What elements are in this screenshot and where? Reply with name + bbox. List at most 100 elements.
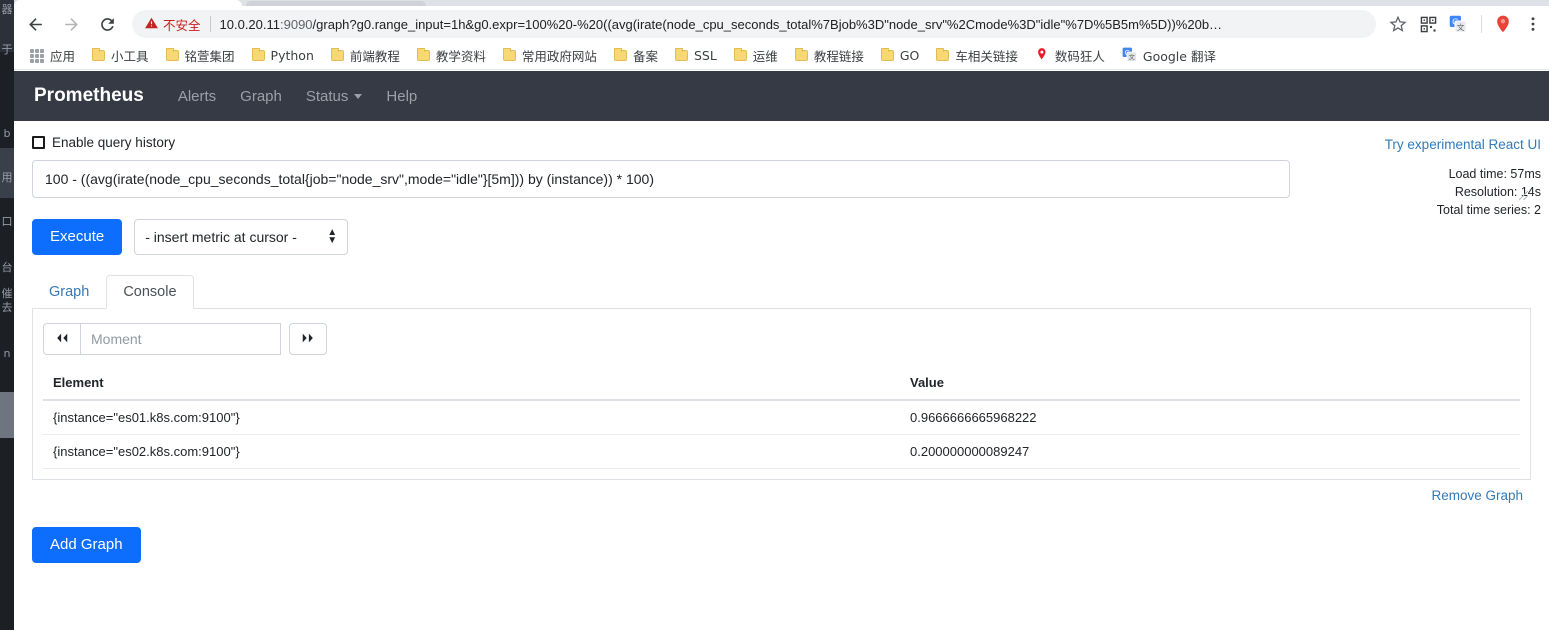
location-pin-icon (1035, 47, 1049, 64)
table-row[interactable]: {instance="es02.k8s.com:9100"} 0.2000000… (43, 434, 1520, 469)
textarea-resize-handle[interactable] (1519, 191, 1528, 200)
insert-metric-select[interactable]: - insert metric at cursor - ▲ ▼ (134, 219, 349, 255)
folder-icon (936, 48, 950, 61)
bookmark-folder-2[interactable]: 铭萱集团 (158, 44, 243, 67)
bookmarks-bar: 应用 小工具 铭萱集团 Python 前端教程 教学资料 常用政府网站 备案 S… (14, 42, 1549, 70)
nav-link-status-label: Status (305, 87, 349, 105)
background-glyph: 催 (1, 287, 13, 300)
toolbar-divider (1481, 15, 1482, 33)
bookmark-folder-8[interactable]: SSL (667, 46, 725, 65)
bookmark-folder-1[interactable]: 小工具 (84, 44, 157, 67)
remove-graph-row: Remove Graph (32, 480, 1531, 505)
folder-icon (674, 48, 688, 61)
reload-button[interactable] (92, 9, 122, 39)
bookmark-label: 小工具 (111, 49, 149, 64)
bookmark-label: GO (899, 48, 920, 63)
folder-icon (502, 48, 516, 61)
background-glyph: n (3, 347, 11, 360)
bookmark-folder-11[interactable]: GO (873, 46, 928, 65)
result-tabs: Graph Console (32, 275, 1531, 309)
add-graph-button[interactable]: Add Graph (32, 527, 141, 563)
background-glyph: b (3, 127, 11, 140)
arrow-right-icon (62, 15, 81, 34)
console-panel: Element Value {instance="es01.k8s.com:91… (32, 309, 1531, 480)
bookmark-folder-3[interactable]: Python (244, 46, 322, 65)
qr-code-icon[interactable] (1414, 10, 1442, 38)
column-header-element: Element (43, 369, 900, 401)
google-translate-icon: G 文 (1122, 47, 1137, 65)
arrow-left-icon (26, 15, 45, 34)
bookmark-folder-7[interactable]: 备案 (606, 44, 666, 67)
tab-console[interactable]: Console (106, 275, 194, 309)
browser-toolbar: 不安全 10.0.20.11:9090/graph?g0.range_input… (14, 6, 1549, 42)
bookmark-folder-5[interactable]: 教学资料 (409, 44, 494, 67)
security-label: 不安全 (163, 18, 201, 33)
bookmark-google-translate[interactable]: G 文 Google 翻译 (1114, 44, 1224, 67)
bookmark-folder-10[interactable]: 教程链接 (787, 44, 872, 67)
insert-metric-value: - insert metric at cursor - (145, 229, 297, 245)
enable-query-history-row: Enable query history (32, 135, 1531, 150)
bookmark-folder-4[interactable]: 前端教程 (323, 44, 408, 67)
background-glyph: 于 (1, 43, 13, 56)
chrome-menu-icon[interactable] (1519, 10, 1547, 38)
bookmark-folder-12[interactable]: 车相关链接 (928, 44, 1026, 67)
omnibox-divider (209, 16, 211, 32)
nav-link-status[interactable]: Status (294, 82, 375, 111)
moment-prev-button[interactable] (43, 323, 81, 355)
execute-button[interactable]: Execute (32, 219, 123, 255)
column-header-value: Value (900, 369, 1520, 401)
nav-link-alerts[interactable]: Alerts (166, 82, 228, 111)
google-translate-icon[interactable]: G 文 (1444, 10, 1472, 38)
nav-link-help[interactable]: Help (374, 82, 429, 111)
url-host: 10.0.20.11 (219, 16, 280, 32)
prometheus-brand[interactable]: Prometheus (34, 85, 144, 107)
page-viewport: Prometheus Alerts Graph Status Help Try … (14, 71, 1549, 630)
bookmark-label: 应用 (50, 49, 76, 64)
bookmark-digital-maniac[interactable]: 数码狂人 (1027, 44, 1113, 67)
expression-input[interactable] (32, 160, 1290, 198)
prometheus-navbar: Prometheus Alerts Graph Status Help (14, 71, 1549, 121)
address-bar[interactable]: 不安全 10.0.20.11:9090/graph?g0.range_input… (132, 10, 1376, 38)
bookmark-star-icon[interactable] (1384, 10, 1412, 38)
double-chevron-right-icon (301, 332, 315, 347)
back-button[interactable] (20, 9, 50, 39)
bookmark-label: 教学资料 (435, 49, 486, 64)
bookmark-folder-6[interactable]: 常用政府网站 (495, 44, 605, 67)
add-graph-wrapper: Add Graph (32, 527, 1531, 563)
folder-icon (165, 48, 179, 61)
nav-link-graph[interactable]: Graph (228, 82, 294, 111)
enable-query-history-checkbox[interactable] (32, 136, 45, 149)
bookmark-label: 铭萱集团 (184, 49, 235, 64)
tab-graph[interactable]: Graph (32, 275, 106, 309)
moment-next-button[interactable] (289, 323, 327, 355)
bookmark-label: 运维 (752, 49, 778, 64)
background-glyph: 用 (1, 171, 13, 184)
background-window-panel (0, 392, 14, 438)
expression-wrapper (32, 160, 1531, 203)
bookmark-label: 教程链接 (813, 49, 864, 64)
folder-icon (251, 48, 265, 61)
bookmark-folder-9[interactable]: 运维 (726, 44, 786, 67)
page-body: Try experimental React UI Load time: 57m… (14, 121, 1549, 563)
security-warning[interactable]: 不安全 (144, 15, 201, 34)
table-row[interactable]: {instance="es01.k8s.com:9100"} 0.9666666… (43, 400, 1520, 435)
cell-value: 0.200000000089247 (900, 434, 1520, 469)
background-glyph: 去 (1, 301, 13, 314)
forward-button[interactable] (56, 9, 86, 39)
results-table-head: Element Value (43, 369, 1520, 401)
bookmark-apps[interactable]: 应用 (22, 44, 83, 67)
try-react-ui-link[interactable]: Try experimental React UI (1385, 137, 1541, 152)
double-chevron-left-icon (55, 332, 69, 347)
results-table-body: {instance="es01.k8s.com:9100"} 0.9666666… (43, 400, 1520, 469)
folder-icon (613, 48, 627, 61)
background-glyph: 口 (1, 215, 13, 228)
cell-element: {instance="es02.k8s.com:9100"} (43, 434, 900, 469)
folder-icon (733, 48, 747, 61)
moment-input[interactable] (81, 323, 281, 355)
profile-avatar-icon[interactable] (1489, 10, 1517, 38)
remove-graph-link[interactable]: Remove Graph (1431, 488, 1523, 503)
bookmark-label: 备案 (632, 49, 658, 64)
warning-triangle-icon (144, 16, 159, 33)
apps-grid-icon (30, 48, 44, 63)
folder-icon (416, 48, 430, 61)
